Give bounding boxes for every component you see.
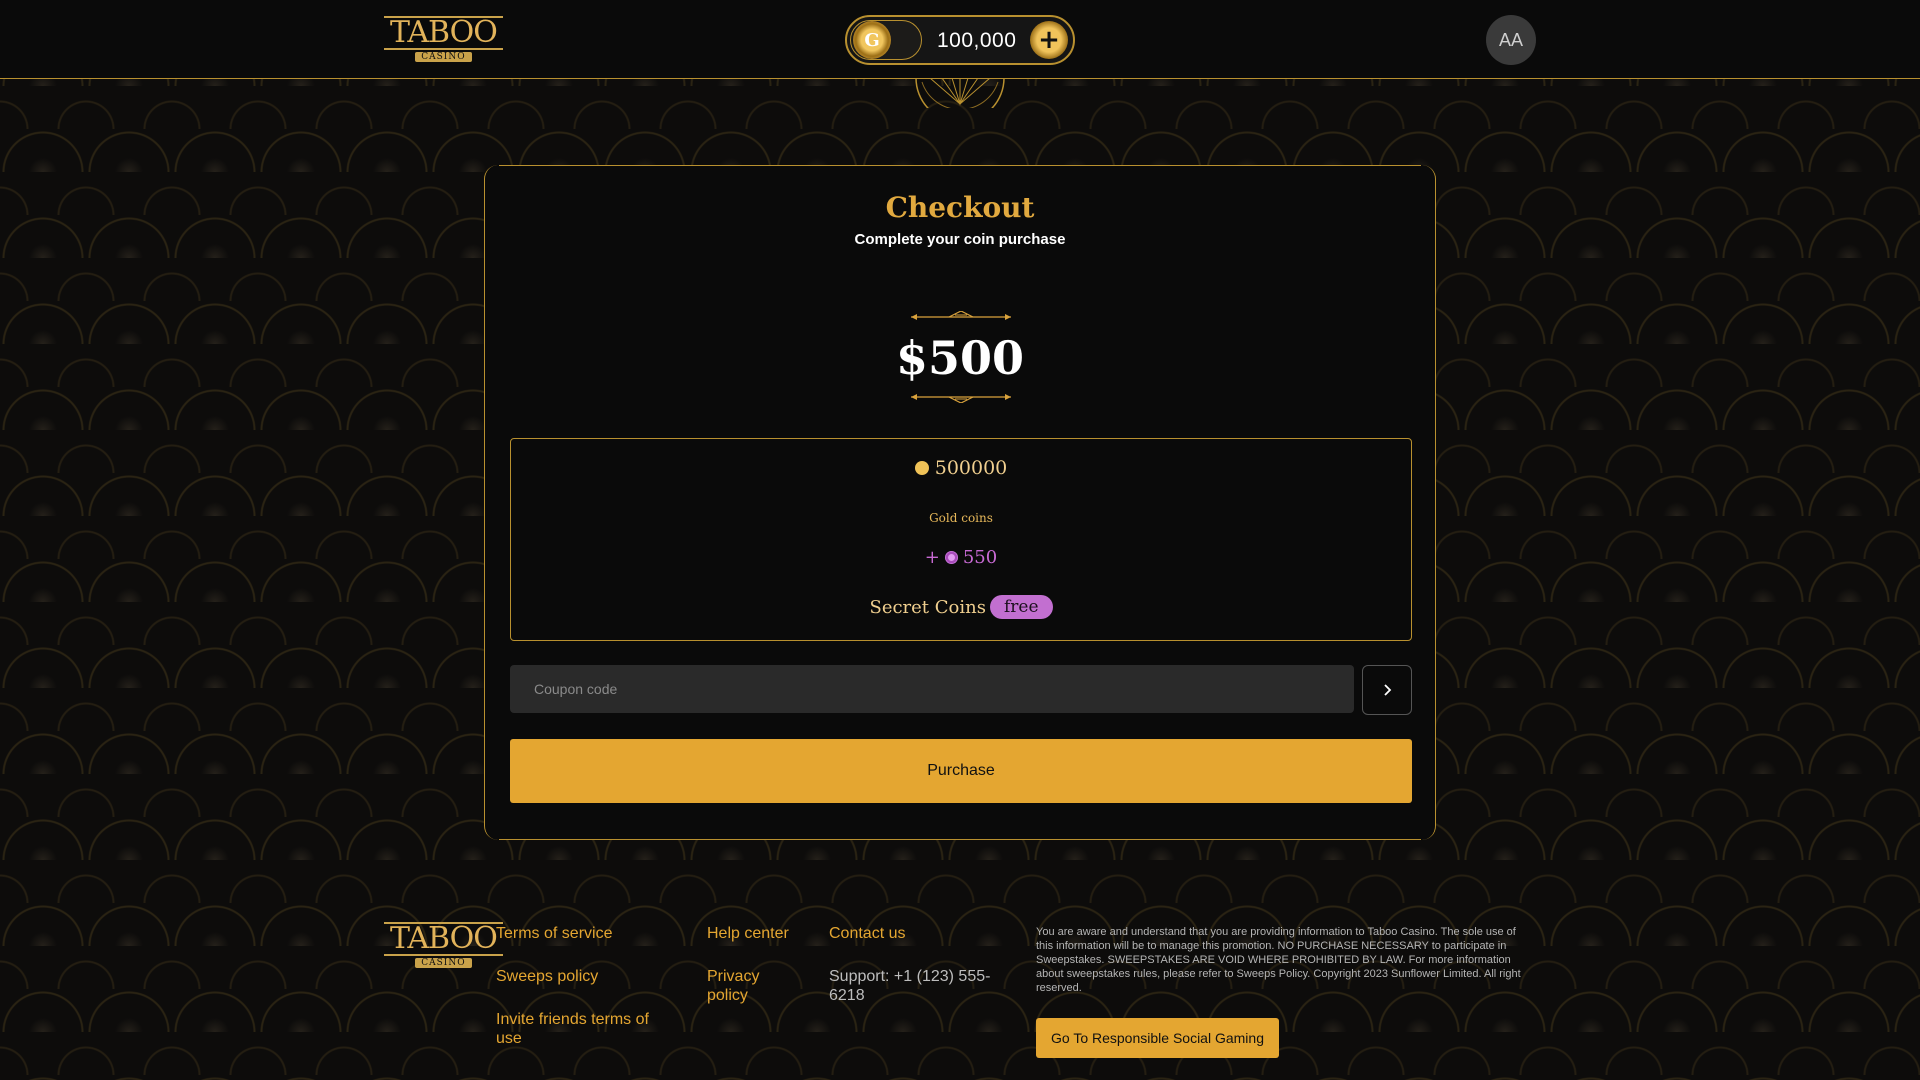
coupon-code-input[interactable]	[510, 665, 1354, 713]
footer-logo[interactable]: TABOO CASINO	[384, 922, 503, 968]
gold-coin-icon	[914, 461, 929, 475]
secret-coins-prefix: +	[924, 547, 940, 568]
balance-value: 100,000	[937, 29, 1017, 52]
checkout-subtitle: Complete your coin purchase	[854, 231, 1066, 248]
fan-ornament-icon	[915, 78, 1005, 108]
price-ornament-top-icon	[911, 311, 1011, 320]
secret-coins-label: Secret Coins	[869, 596, 986, 618]
secret-coins-row: + 550	[511, 547, 1411, 568]
support-phone: Support: +1 (123) 555-6218	[829, 968, 991, 1004]
privacy-policy-link[interactable]: Privacy policy	[707, 967, 767, 1005]
coin-package-summary: 500000 Gold coins + 550 Secret Coins fre…	[510, 438, 1412, 641]
purchase-price: $500	[895, 331, 1025, 385]
gold-coins-label: Gold coins	[929, 511, 993, 525]
add-coins-button[interactable]: +	[1030, 21, 1068, 59]
price-ornament-bottom-icon	[911, 394, 1011, 403]
checkout-title: Checkout	[885, 191, 1035, 224]
sweeps-policy-link[interactable]: Sweeps policy	[496, 967, 666, 986]
user-avatar[interactable]: AA	[1486, 15, 1536, 65]
coin-symbol: G	[864, 29, 880, 51]
footer-logo-text: TABOO	[384, 922, 503, 956]
gold-coin-icon: G	[853, 21, 891, 59]
free-badge: free	[989, 595, 1053, 619]
top-header: TABOO CASINO G 100,000 + AA	[0, 0, 1920, 79]
invite-friends-terms-link[interactable]: Invite friends terms of use	[496, 1010, 671, 1048]
legal-disclaimer: You are aware and understand that you ar…	[1036, 926, 1521, 994]
card-top-border	[499, 165, 1421, 166]
help-center-link[interactable]: Help center	[707, 924, 807, 943]
secret-coins-amount: 550	[962, 547, 998, 568]
logo-text: TABOO	[384, 16, 503, 50]
site-logo[interactable]: TABOO CASINO	[384, 16, 503, 62]
coin-balance-widget: G 100,000 +	[845, 15, 1075, 65]
secret-coin-icon	[944, 551, 958, 564]
footer-logo-subtext: CASINO	[415, 958, 472, 968]
coupon-apply-button[interactable]	[1362, 665, 1412, 715]
avatar-initials: AA	[1498, 29, 1523, 50]
purchase-button[interactable]: Purchase	[510, 739, 1412, 803]
terms-of-service-link[interactable]: Terms of service	[496, 924, 666, 943]
checkout-card: Checkout Complete your coin purchase $50…	[484, 165, 1436, 840]
gold-coins-row: 500000	[511, 457, 1411, 479]
chevron-right-icon	[1384, 684, 1392, 696]
card-bottom-border	[499, 839, 1421, 840]
coin-type-toggle[interactable]: G	[850, 20, 922, 60]
responsible-gaming-button[interactable]: Go To Responsible Social Gaming	[1036, 1018, 1279, 1058]
secret-coins-label-row: Secret Coins free	[511, 595, 1411, 619]
gold-coins-amount: 500000	[934, 457, 1008, 479]
plus-coin-icon: +	[1038, 25, 1060, 55]
contact-us-link[interactable]: Contact us	[829, 924, 949, 943]
logo-subtext: CASINO	[415, 52, 472, 62]
